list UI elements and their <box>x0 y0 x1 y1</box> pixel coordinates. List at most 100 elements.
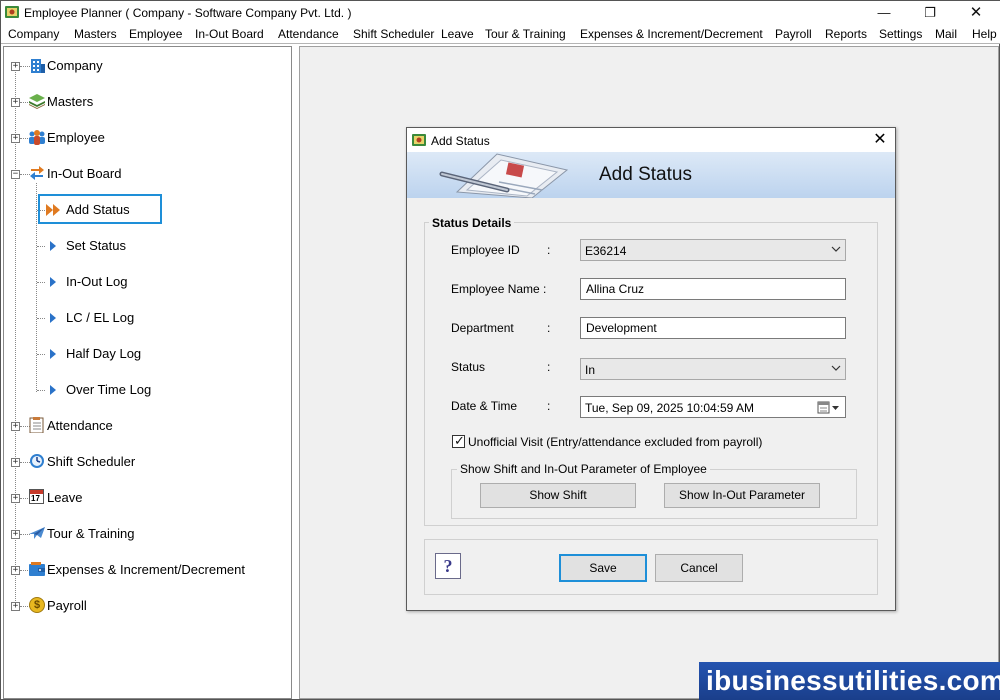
tree-item-in-out-log[interactable]: In-Out Log <box>66 274 127 289</box>
arrow-right-icon <box>50 313 56 323</box>
menu-tour-training[interactable]: Tour & Training <box>485 27 566 41</box>
department-field[interactable]: Development <box>580 317 846 339</box>
date-time-picker[interactable]: Tue, Sep 09, 2025 10:04:59 AM <box>580 396 846 418</box>
dialog-title-bar: Add Status ✕ <box>407 128 895 152</box>
employee-name-value: Allina Cruz <box>586 282 645 296</box>
coin-icon: $ <box>29 597 45 613</box>
shift-group-title: Show Shift and In-Out Parameter of Emplo… <box>457 462 710 476</box>
collapse-toggle-in-out-board[interactable]: − <box>11 170 20 179</box>
show-shift-button[interactable]: Show Shift <box>480 483 636 508</box>
menu-leave[interactable]: Leave <box>441 27 474 41</box>
wallet-icon <box>29 562 45 576</box>
expand-toggle-expenses[interactable]: + <box>11 566 20 575</box>
menu-masters[interactable]: Masters <box>74 27 117 41</box>
tree-item-set-status[interactable]: Set Status <box>66 238 126 253</box>
arrow-right-icon <box>50 241 56 251</box>
minimize-button[interactable]: — <box>861 1 907 24</box>
expand-toggle-company[interactable]: + <box>11 62 20 71</box>
add-status-dialog: Add Status ✕ Add Status Status Details E… <box>406 127 896 611</box>
tree-item-leave[interactable]: Leave <box>47 490 82 505</box>
maximize-button[interactable]: ❐ <box>907 1 953 24</box>
close-window-button[interactable]: ✕ <box>953 1 999 24</box>
exchange-arrows-icon <box>30 166 44 180</box>
tree-item-company[interactable]: Company <box>47 58 103 73</box>
menu-shift-scheduler[interactable]: Shift Scheduler <box>353 27 434 41</box>
watermark-text: ibusinessutilities.com <box>706 665 1000 696</box>
expand-toggle-employee[interactable]: + <box>11 134 20 143</box>
colon: : <box>547 243 551 257</box>
status-label: Status <box>451 360 486 374</box>
expand-toggle-leave[interactable]: + <box>11 494 20 503</box>
tree-connector <box>15 66 16 607</box>
chevron-down-icon <box>831 365 841 371</box>
menu-in-out-board[interactable]: In-Out Board <box>195 27 264 41</box>
dialog-title: Add Status <box>431 134 490 148</box>
title-bar: Employee Planner ( Company - Software Co… <box>1 1 1000 24</box>
date-time-value: Tue, Sep 09, 2025 10:04:59 AM <box>585 401 755 415</box>
tree-item-payroll[interactable]: Payroll <box>47 598 87 613</box>
expand-toggle-shift-scheduler[interactable]: + <box>11 458 20 467</box>
tree-item-employee[interactable]: Employee <box>47 130 105 145</box>
expand-toggle-tour-training[interactable]: + <box>11 530 20 539</box>
building-icon <box>31 59 45 73</box>
cancel-button[interactable]: Cancel <box>655 554 743 582</box>
tree-connector <box>37 354 45 355</box>
tree-connector <box>37 318 45 319</box>
dialog-banner: Add Status <box>407 152 895 198</box>
employee-name-label: Employee Name : <box>451 282 547 296</box>
employee-id-combo[interactable]: E36214 <box>580 239 846 261</box>
menu-mail[interactable]: Mail <box>935 27 957 41</box>
tree-selection-highlight <box>38 194 162 224</box>
menu-expenses[interactable]: Expenses & Increment/Decrement <box>580 27 763 41</box>
arrow-right-icon <box>50 277 56 287</box>
check-mark-icon: ✓ <box>454 433 465 448</box>
employee-name-field[interactable]: Allina Cruz <box>580 278 846 300</box>
help-button[interactable]: ? <box>435 553 461 579</box>
tree-item-lc-el-log[interactable]: LC / EL Log <box>66 310 134 325</box>
menu-reports[interactable]: Reports <box>825 27 867 41</box>
unofficial-visit-checkbox[interactable]: ✓ <box>452 433 465 448</box>
dialog-close-button[interactable]: ✕ <box>869 130 891 150</box>
tree-item-half-day-log[interactable]: Half Day Log <box>66 346 141 361</box>
tree-item-tour-training[interactable]: Tour & Training <box>47 526 134 541</box>
arrow-right-icon <box>50 349 56 359</box>
menu-company[interactable]: Company <box>8 27 59 41</box>
airplane-icon <box>29 527 45 539</box>
expand-toggle-payroll[interactable]: + <box>11 602 20 611</box>
tree-item-in-out-board[interactable]: In-Out Board <box>47 166 121 181</box>
unofficial-visit-label: Unofficial Visit (Entry/attendance exclu… <box>468 435 763 449</box>
layers-icon <box>29 94 45 109</box>
menu-settings[interactable]: Settings <box>879 27 922 41</box>
menu-payroll[interactable]: Payroll <box>775 27 812 41</box>
app-logo-icon <box>5 6 19 18</box>
expand-toggle-masters[interactable]: + <box>11 98 20 107</box>
menu-help[interactable]: Help <box>972 27 997 41</box>
tree-item-attendance[interactable]: Attendance <box>47 418 113 433</box>
menu-employee[interactable]: Employee <box>129 27 182 41</box>
tree-item-shift-scheduler[interactable]: Shift Scheduler <box>47 454 135 469</box>
status-combo[interactable]: In <box>580 358 846 380</box>
arrow-right-icon <box>50 385 56 395</box>
tree-connector <box>37 390 45 391</box>
expand-toggle-attendance[interactable]: + <box>11 422 20 431</box>
id-card-pen-icon <box>439 153 569 198</box>
show-in-out-parameter-button[interactable]: Show In-Out Parameter <box>664 483 820 508</box>
navigation-tree: + Company + Masters + Employee − In-Out … <box>3 46 292 699</box>
watermark-banner: ibusinessutilities.com <box>699 662 1000 700</box>
save-button[interactable]: Save <box>559 554 647 582</box>
calendar-dropdown-icon[interactable] <box>817 401 843 414</box>
menu-attendance[interactable]: Attendance <box>278 27 339 41</box>
people-icon <box>29 130 45 145</box>
employee-id-value: E36214 <box>585 244 627 258</box>
app-window: Employee Planner ( Company - Software Co… <box>0 0 1000 700</box>
date-time-label: Date & Time <box>451 399 518 413</box>
tree-item-masters[interactable]: Masters <box>47 94 93 109</box>
tree-connector <box>36 183 37 392</box>
checklist-icon <box>29 417 44 433</box>
group-title: Status Details <box>429 216 515 230</box>
calendar-day: 17 <box>31 494 40 503</box>
tree-item-over-time-log[interactable]: Over Time Log <box>66 382 151 397</box>
status-value: In <box>585 363 596 377</box>
tree-item-expenses[interactable]: Expenses & Increment/Decrement <box>47 562 245 577</box>
menu-bar: Company Masters Employee In-Out Board At… <box>1 24 1000 44</box>
